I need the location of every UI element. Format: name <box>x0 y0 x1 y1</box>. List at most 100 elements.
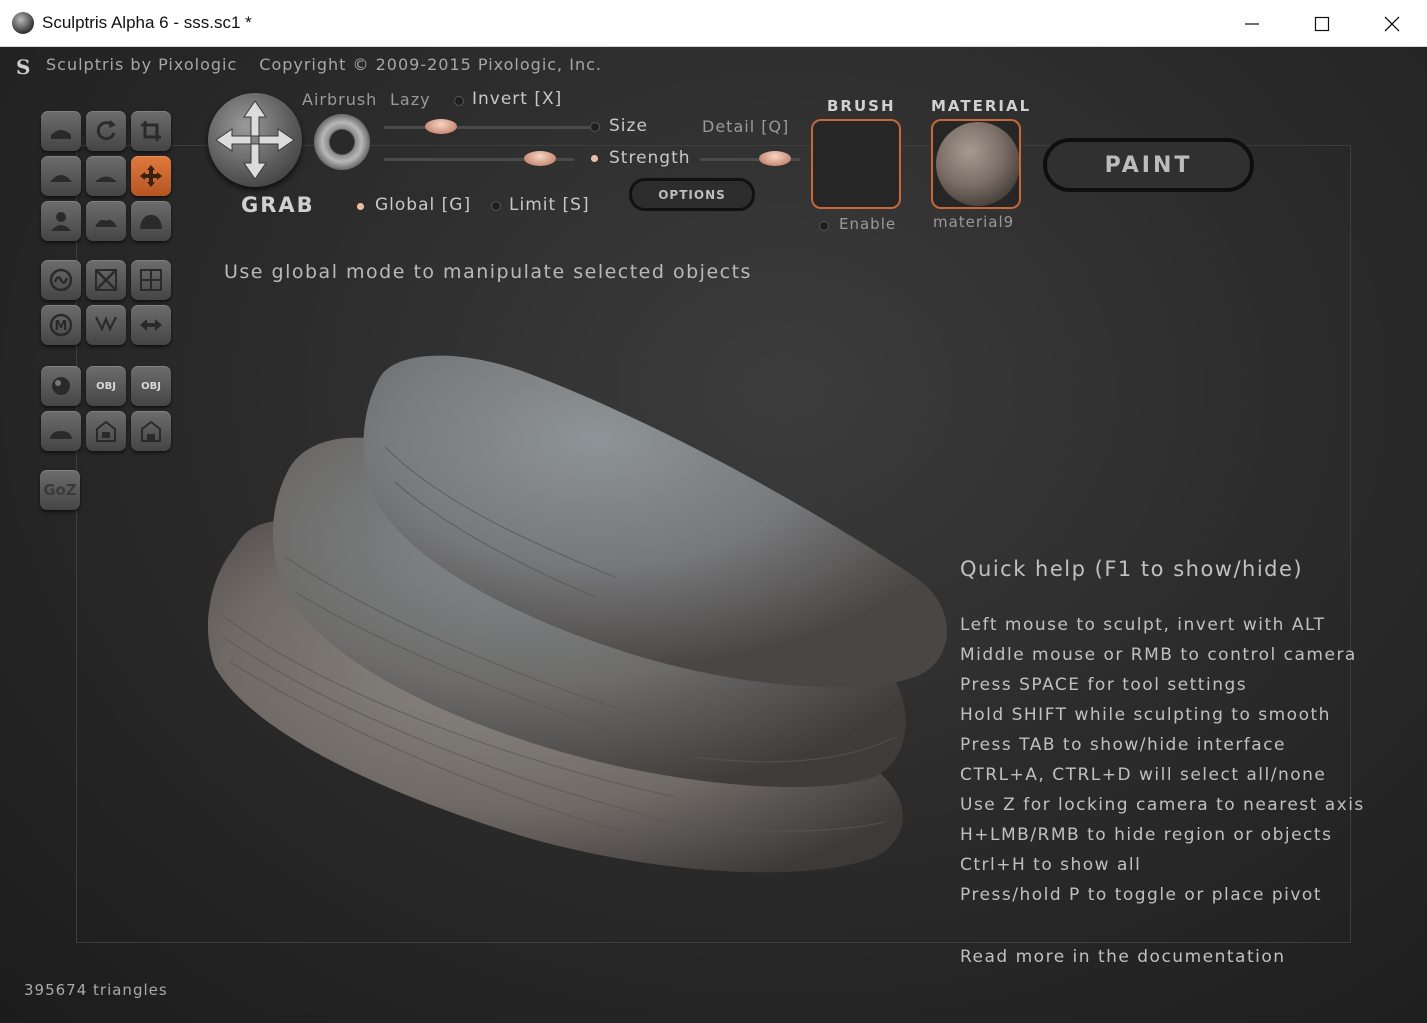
smooth-tool[interactable] <box>86 156 126 196</box>
minimize-icon <box>1245 22 1259 25</box>
reduce-selected-tool[interactable] <box>86 260 126 300</box>
quick-help-footer[interactable]: Read more in the documentation <box>960 947 1286 967</box>
airbrush-label: Airbrush <box>302 90 378 109</box>
enable-label: Enable <box>839 215 897 233</box>
brush-name: GRAB <box>241 193 315 217</box>
grab-icon <box>140 165 162 187</box>
quick-help-line: Middle mouse or RMB to control camera <box>960 645 1357 665</box>
strength-label: Strength <box>609 148 691 168</box>
material-name: material9 <box>933 213 1015 231</box>
minimize-button[interactable] <box>1217 0 1287 47</box>
rotate-tool[interactable] <box>86 111 126 151</box>
quick-help-line: Press/hold P to toggle or place pivot <box>960 885 1322 905</box>
flatten-tool[interactable] <box>86 201 126 241</box>
quick-help-line: Use Z for locking camera to nearest axis <box>960 795 1365 815</box>
smooth-icon <box>95 176 117 182</box>
size-slider-knob[interactable] <box>523 151 556 166</box>
brush-header: BRUSH <box>827 97 896 115</box>
brush-enable-toggle[interactable] <box>819 221 829 231</box>
sculptris-logo: S <box>16 55 32 79</box>
sphere-icon <box>52 377 70 395</box>
material-slot[interactable] <box>931 119 1021 209</box>
title-bar: Sculptris Alpha 6 - sss.sc1 * <box>0 0 1427 47</box>
symmetry-icon <box>140 319 162 331</box>
global-label: Global [G] <box>375 195 472 215</box>
pinch-tool[interactable] <box>41 201 81 241</box>
flatten-icon <box>95 219 117 227</box>
pinch-icon <box>51 212 71 231</box>
paint-button[interactable]: PAINT <box>1043 138 1254 192</box>
svg-text:M: M <box>55 319 68 334</box>
new-sphere-button[interactable] <box>41 366 81 406</box>
invert-toggle[interactable] <box>454 96 464 106</box>
close-button[interactable] <box>1357 0 1427 47</box>
invert-label: Invert [X] <box>472 89 563 109</box>
airbrush-toggle[interactable] <box>314 114 370 170</box>
product-name: Sculptris by Pixologic <box>46 55 238 74</box>
quick-help-line: H+LMB/RMB to hide region or objects <box>960 825 1333 845</box>
wireframe-tool[interactable] <box>86 305 126 345</box>
sculptris-app-icon <box>12 12 34 34</box>
subdivide-icon <box>140 269 162 291</box>
limit-label: Limit [S] <box>509 195 590 215</box>
draw-tool[interactable] <box>131 201 171 241</box>
scale-icon <box>141 121 161 141</box>
quick-help-line: Press SPACE for tool settings <box>960 675 1248 695</box>
triangle-count: 395674 triangles <box>24 981 168 999</box>
mask-tool[interactable]: M <box>41 305 81 345</box>
goz-button[interactable]: GoZ <box>40 470 80 510</box>
sculpt-model[interactable] <box>195 317 955 897</box>
rotate-icon <box>96 120 116 141</box>
mask-icon: M <box>49 313 73 337</box>
strength-toggle[interactable] <box>591 155 598 162</box>
size-toggle[interactable] <box>590 122 600 132</box>
export-obj-button[interactable]: OBJ <box>131 366 171 406</box>
save-button[interactable] <box>131 411 171 451</box>
crease-tool[interactable] <box>41 111 81 151</box>
reduce-selected-icon <box>95 269 117 291</box>
plane-icon <box>50 431 72 439</box>
goz-icon: GoZ <box>43 481 77 499</box>
material-sphere-preview <box>936 122 1019 206</box>
brush-texture-slot[interactable] <box>811 119 901 209</box>
grab-tool[interactable] <box>131 156 171 196</box>
close-icon <box>1384 16 1400 31</box>
quick-help-line: CTRL+A, CTRL+D will select all/none <box>960 765 1327 785</box>
window-title: Sculptris Alpha 6 - sss.sc1 * <box>42 13 252 32</box>
maximize-button[interactable] <box>1287 0 1357 47</box>
import-obj-icon: OBJ <box>96 380 116 392</box>
detail-label: Detail [Q] <box>702 117 790 136</box>
scale-tool[interactable] <box>131 111 171 151</box>
symmetry-tool[interactable] <box>131 305 171 345</box>
wireframe-icon <box>95 316 117 332</box>
subdivide-tool[interactable] <box>131 260 171 300</box>
inflate-tool[interactable] <box>41 156 81 196</box>
quick-help-line: Left mouse to sculpt, invert with ALT <box>960 615 1326 635</box>
quick-help-line: Hold SHIFT while sculpting to smooth <box>960 705 1331 725</box>
draw-icon <box>140 215 162 229</box>
lazy-slider-track[interactable] <box>384 126 594 129</box>
copyright-text: Copyright © 2009-2015 Pixologic, Inc. <box>259 55 602 74</box>
maximize-icon <box>1314 16 1330 31</box>
move-arrows-icon <box>215 100 295 180</box>
material-header: MATERIAL <box>931 97 1032 115</box>
tool-hint: Use global mode to manipulate selected o… <box>224 261 752 283</box>
limit-toggle[interactable] <box>491 201 501 211</box>
inflate-icon <box>50 175 72 182</box>
grab-brush-icon[interactable] <box>208 93 302 187</box>
reduce-icon <box>49 268 73 292</box>
open-button[interactable] <box>86 411 126 451</box>
size-label: Size <box>609 116 648 136</box>
new-plane-button[interactable] <box>41 411 81 451</box>
lazy-slider-knob[interactable] <box>424 119 457 134</box>
import-obj-button[interactable]: OBJ <box>86 366 126 406</box>
reduce-brush-tool[interactable] <box>41 260 81 300</box>
save-icon <box>141 420 161 442</box>
detail-slider-knob[interactable] <box>759 151 791 166</box>
lazy-label: Lazy <box>390 90 431 109</box>
quick-help-line: Press TAB to show/hide interface <box>960 735 1287 755</box>
options-button[interactable]: OPTIONS <box>629 178 755 211</box>
top-banner: S Sculptris by Pixologic Copyright © 2009-… <box>16 55 602 79</box>
global-toggle[interactable] <box>357 203 364 210</box>
quick-help-title: Quick help (F1 to show/hide) <box>960 557 1304 581</box>
